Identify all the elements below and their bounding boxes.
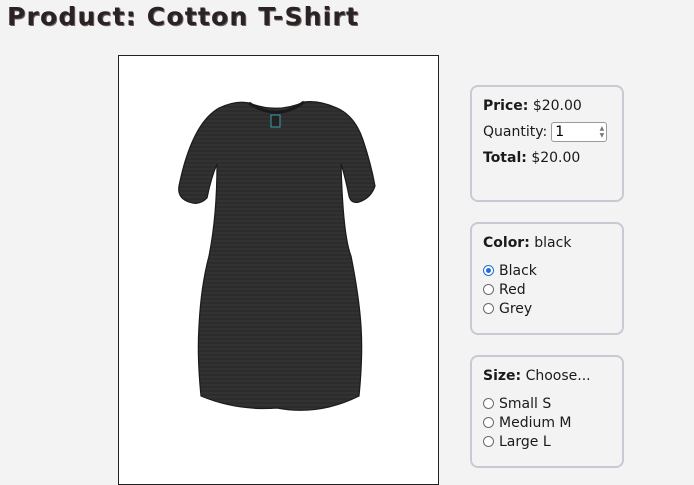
size-option-medium[interactable]: Medium M [483, 413, 611, 432]
size-option-large[interactable]: Large L [483, 432, 611, 451]
quantity-label: Quantity: [483, 124, 548, 140]
total-value: $20.00 [531, 150, 581, 166]
stepper-arrows[interactable]: ▲ ▼ [600, 125, 605, 139]
color-option-black[interactable]: Black [483, 261, 611, 280]
chevron-down-icon[interactable]: ▼ [600, 132, 605, 139]
chevron-up-icon[interactable]: ▲ [600, 125, 605, 132]
color-option-label: Red [499, 281, 526, 298]
quantity-stepper[interactable]: ▲ ▼ [551, 122, 608, 142]
size-panel: Size: Choose... Small S Medium M Large L [470, 355, 624, 468]
color-option-grey[interactable]: Grey [483, 299, 611, 318]
size-label: Size: [483, 368, 522, 384]
price-row: Price: $20.00 [483, 96, 611, 116]
total-label: Total: [483, 150, 527, 166]
color-label: Color: [483, 235, 530, 251]
color-panel: Color: black Black Red Grey [470, 222, 624, 335]
radio-icon[interactable] [483, 284, 494, 295]
quantity-input[interactable] [555, 124, 586, 140]
radio-icon[interactable] [483, 303, 494, 314]
color-option-label: Black [499, 262, 537, 279]
radio-icon[interactable] [483, 436, 494, 447]
color-selected-value: black [534, 235, 572, 251]
pricing-panel: Price: $20.00 Quantity: ▲ ▼ Total: $20.0… [470, 85, 624, 202]
size-option-small[interactable]: Small S [483, 394, 611, 413]
radio-checked-icon[interactable] [483, 265, 494, 276]
size-option-label: Small S [499, 395, 552, 412]
product-image [118, 55, 439, 485]
quantity-row: Quantity: ▲ ▼ [483, 122, 611, 142]
color-heading: Color: black [483, 233, 611, 253]
radio-icon[interactable] [483, 398, 494, 409]
size-options: Small S Medium M Large L [483, 394, 611, 451]
radio-icon[interactable] [483, 417, 494, 428]
total-row: Total: $20.00 [483, 148, 611, 168]
size-option-label: Large L [499, 433, 551, 450]
tshirt-image [178, 100, 376, 411]
price-value: $20.00 [532, 98, 582, 114]
shirt-body [178, 101, 376, 411]
size-heading: Size: Choose... [483, 366, 611, 386]
shirt-tag [270, 114, 281, 128]
size-selected-value: Choose... [525, 368, 591, 384]
size-option-label: Medium M [499, 414, 572, 431]
color-options: Black Red Grey [483, 261, 611, 318]
price-label: Price: [483, 98, 529, 114]
color-option-label: Grey [499, 300, 533, 317]
page-title: Product: Cotton T-Shirt [7, 2, 360, 31]
color-option-red[interactable]: Red [483, 280, 611, 299]
